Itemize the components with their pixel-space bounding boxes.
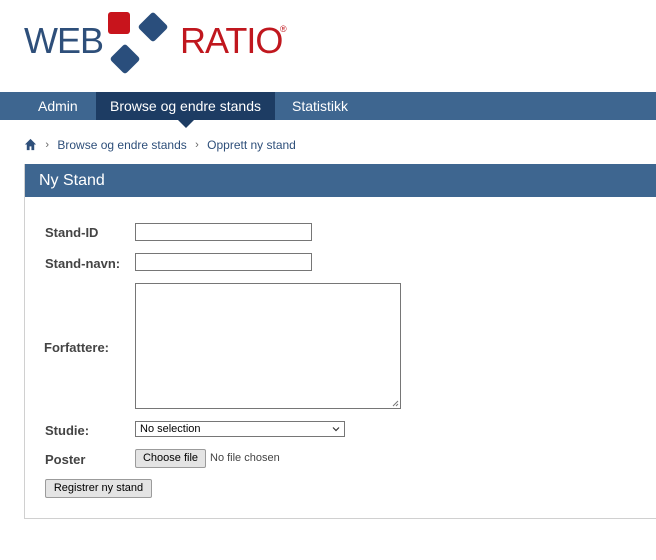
studie-label: Studie: <box>45 423 90 438</box>
studie-select[interactable]: No selection <box>135 421 345 437</box>
register-stand-button[interactable]: Registrer ny stand <box>45 479 152 498</box>
breadcrumb-opprett-ny-stand[interactable]: Opprett ny stand <box>207 138 296 152</box>
panel-title: Ny Stand <box>25 164 656 197</box>
no-file-chosen-text: No file chosen <box>210 452 280 464</box>
logo-square-red <box>108 12 130 34</box>
studie-selected-value: No selection <box>140 423 201 435</box>
chevron-down-icon <box>332 427 340 432</box>
home-icon[interactable] <box>24 138 37 151</box>
stand-navn-input[interactable] <box>135 253 312 271</box>
forfattere-textarea[interactable] <box>135 283 401 409</box>
breadcrumb-separator: › <box>195 138 199 151</box>
nav-item-admin[interactable]: Admin <box>0 92 96 120</box>
breadcrumb-browse-og-endre-stands[interactable]: Browse og endre stands <box>57 138 186 152</box>
stand-navn-label: Stand-navn: <box>45 256 121 271</box>
main-nav: Admin Browse og endre stands Statistikk <box>0 92 656 128</box>
forfattere-label: Forfattere: <box>44 340 110 355</box>
logo-square-blue <box>137 11 169 43</box>
logo-text-ratio: RATIO <box>180 20 283 61</box>
stand-id-label: Stand-ID <box>45 225 99 240</box>
logo-registered-mark: ® <box>280 24 287 34</box>
breadcrumb-separator: › <box>45 138 50 151</box>
logo-square-blue-lower <box>109 43 141 75</box>
logo-text-web: WEB <box>24 20 104 61</box>
poster-label: Poster <box>45 452 86 467</box>
choose-file-button[interactable]: Choose file <box>135 449 206 468</box>
breadcrumb: › Browse og endre stands › Opprett ny st… <box>24 136 296 152</box>
nav-item-browse-og-endre-stands[interactable]: Browse og endre stands <box>96 92 275 128</box>
stand-id-input[interactable] <box>135 223 312 241</box>
resize-handle-icon[interactable] <box>392 400 399 407</box>
nav-item-statistikk[interactable]: Statistikk <box>292 92 348 120</box>
logo: WEB RATIO ® <box>24 10 294 80</box>
